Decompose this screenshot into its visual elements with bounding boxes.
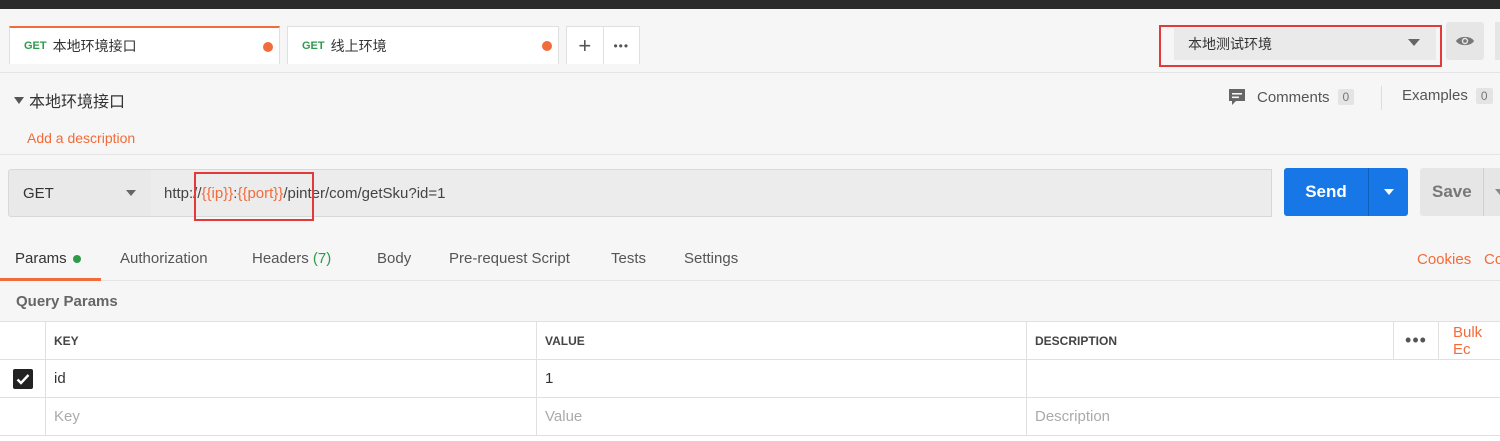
request-tab-online[interactable]: GET 线上环境: [287, 26, 559, 64]
param-value-cell[interactable]: 1: [537, 360, 1027, 398]
save-label: Save: [1432, 182, 1472, 201]
column-header-description: DESCRIPTION: [1027, 322, 1394, 360]
environment-highlight-box: [1159, 25, 1442, 67]
tab-authorization[interactable]: Authorization: [120, 250, 208, 267]
tab-tests[interactable]: Tests: [611, 250, 646, 267]
new-value-input[interactable]: Value: [537, 398, 1027, 436]
tab-body[interactable]: Body: [377, 250, 411, 267]
examples-label: Examples: [1402, 87, 1468, 104]
tab-headers[interactable]: Headers (7): [252, 250, 331, 267]
chevron-down-icon[interactable]: [1495, 189, 1500, 195]
comments-count-badge: 0: [1337, 89, 1355, 105]
tab-actions: + •••: [566, 26, 640, 64]
unsaved-dot-icon: [263, 42, 273, 52]
divider: [0, 154, 1500, 155]
comments-label: Comments: [1257, 88, 1330, 106]
more-icon: •••: [1405, 330, 1427, 350]
tab-params-label: Params: [15, 250, 67, 267]
cookies-link[interactable]: Cookies: [1417, 251, 1471, 268]
tab-params[interactable]: Params: [15, 250, 81, 267]
request-subtabs: [0, 238, 1500, 281]
row-checkbox[interactable]: [12, 368, 33, 389]
new-description-input[interactable]: Description: [1027, 398, 1500, 436]
row-checkbox-cell: [0, 360, 46, 398]
params-table: KEY VALUE DESCRIPTION ••• Bulk Ec id 1 K…: [0, 321, 1500, 441]
tab-method-label: GET: [24, 40, 47, 52]
code-link[interactable]: Co: [1484, 251, 1500, 268]
table-more-button[interactable]: •••: [1394, 322, 1439, 360]
divider: [1381, 86, 1382, 110]
request-tab-local[interactable]: GET 本地环境接口: [9, 26, 280, 64]
checkmark-icon: [16, 373, 29, 385]
method-selected-value: GET: [23, 184, 54, 202]
examples-button[interactable]: Examples 0: [1402, 87, 1493, 104]
bulk-edit-link[interactable]: Bulk Ec: [1439, 322, 1500, 360]
new-key-input[interactable]: Key: [46, 398, 537, 436]
comments-button[interactable]: Comments 0: [1227, 87, 1355, 107]
param-key-cell[interactable]: id: [46, 360, 537, 398]
request-name: 本地环境接口: [29, 92, 126, 111]
window-top-bar: [0, 0, 1500, 9]
send-label: Send: [1305, 182, 1347, 201]
tab-more-button[interactable]: •••: [604, 27, 640, 64]
send-button[interactable]: Send: [1284, 168, 1408, 216]
unsaved-dot-icon: [542, 41, 552, 51]
column-header-value: VALUE: [537, 322, 1027, 360]
caret-down-icon: [14, 96, 24, 104]
bulk-edit-label: Bulk Ec: [1453, 323, 1483, 358]
environment-quick-look-button[interactable]: [1446, 22, 1484, 60]
manage-environments-button[interactable]: [1495, 22, 1500, 60]
headers-count: (7): [312, 250, 332, 267]
active-tab-indicator: [0, 278, 101, 281]
param-description-cell[interactable]: [1027, 360, 1500, 398]
request-name-toggle[interactable]: 本地环境接口: [14, 88, 125, 112]
tab-settings[interactable]: Settings: [684, 250, 738, 267]
column-header-key: KEY: [46, 322, 537, 360]
query-params-title: Query Params: [16, 293, 118, 310]
tab-title: 线上环境: [330, 38, 387, 55]
divider: [1483, 168, 1484, 216]
active-dot-icon: [72, 255, 81, 264]
save-button[interactable]: Save: [1420, 168, 1500, 216]
method-select[interactable]: GET: [8, 169, 152, 217]
comment-icon: [1229, 89, 1245, 105]
url-variables-highlight-box: [194, 172, 314, 221]
tab-pre-request-script[interactable]: Pre-request Script: [449, 250, 570, 267]
eye-icon: [1456, 36, 1474, 46]
tab-title: 本地环境接口: [52, 39, 137, 55]
chevron-down-icon: [126, 190, 136, 196]
chevron-down-icon: [1383, 189, 1394, 195]
tab-headers-label: Headers: [252, 250, 309, 267]
examples-count-badge: 0: [1475, 87, 1493, 104]
url-input[interactable]: http://{{ip}}: {{port}}/pinter/com/getSku…: [151, 169, 1272, 217]
add-description-link[interactable]: Add a description: [27, 130, 135, 146]
send-options-button[interactable]: [1369, 189, 1408, 195]
table-header-checkbox-cell: [0, 322, 46, 360]
row-checkbox-cell: [0, 398, 46, 436]
add-tab-button[interactable]: +: [567, 27, 604, 64]
tab-method-label: GET: [302, 39, 325, 52]
